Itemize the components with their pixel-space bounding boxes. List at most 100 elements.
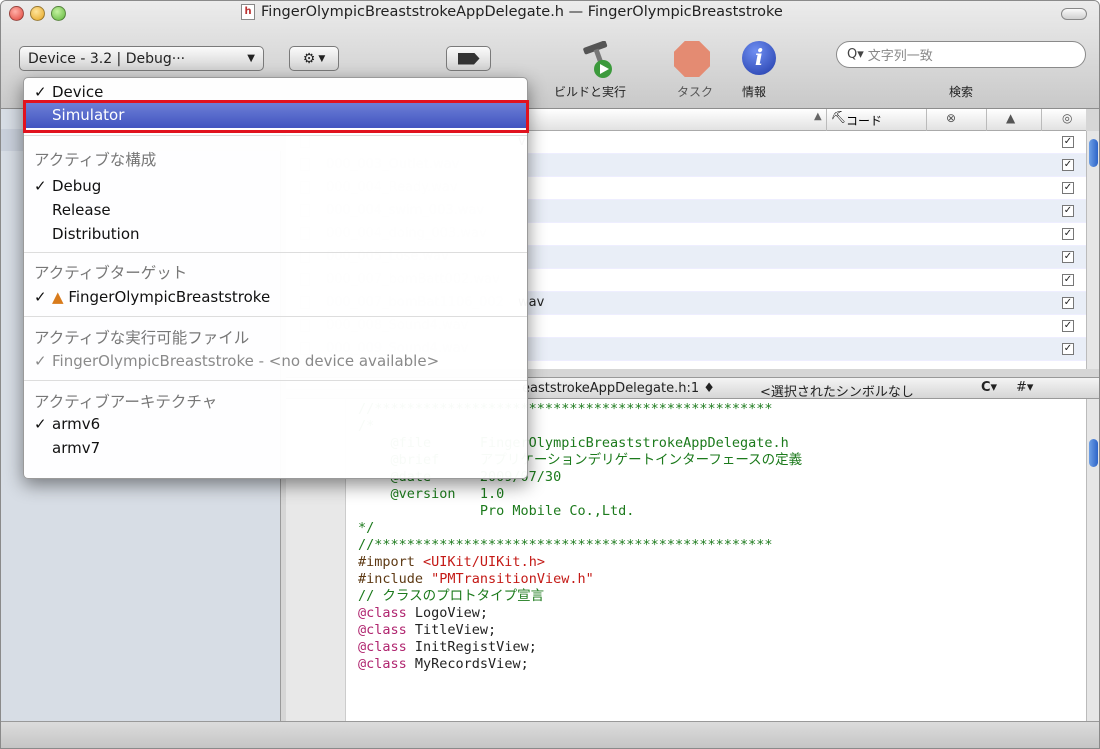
target-checkbox[interactable]: ✓ — [1062, 251, 1074, 263]
info-button[interactable]: i — [742, 41, 776, 75]
editor-scrollbar[interactable] — [1086, 399, 1099, 721]
target-checkbox[interactable]: ✓ — [1062, 343, 1074, 355]
code-line: // クラスのプロトタイプ宣言 — [358, 588, 545, 604]
status-bar — [1, 721, 1099, 748]
code-token: #import — [358, 554, 424, 570]
errors-column-icon: ⊗ — [946, 111, 957, 125]
action-button[interactable]: ⚙ ▼ — [289, 46, 339, 71]
code-line: @version 1.0 — [358, 486, 505, 502]
hammer-icon — [583, 40, 612, 78]
window-title-text: FingerOlympicBreaststrokeAppDelegate.h —… — [261, 4, 783, 20]
menu-item-arch[interactable]: armv7 — [24, 436, 527, 460]
target-checkbox[interactable]: ✓ — [1062, 159, 1074, 171]
checkmark-icon: ✓ — [34, 415, 47, 433]
code-token: @class — [358, 605, 407, 621]
menu-header-architecture: アクティブアーキテクチャ — [34, 393, 218, 411]
xcode-window: h FingerOlympicBreaststrokeAppDelegate.h… — [0, 0, 1100, 749]
menu-item-config[interactable]: Release — [24, 198, 527, 222]
code-line: @class TitleView; — [358, 622, 1086, 639]
code-line: //**************************************… — [358, 537, 773, 553]
checkmark-icon: ✓ — [34, 177, 47, 195]
breakpoint-icon — [457, 52, 480, 65]
popup-arrow-icon: ▼ — [247, 53, 255, 64]
target-icon: ▲ — [52, 288, 64, 306]
menu-item-config[interactable]: Distribution — [24, 222, 527, 246]
zoom-button[interactable] — [51, 6, 66, 21]
gear-icon: ⚙ — [302, 50, 316, 67]
info-label: 情報 — [742, 85, 767, 99]
target-checkbox[interactable]: ✓ — [1062, 297, 1074, 309]
code-line: #import <UIKit/UIKit.h> — [358, 554, 1086, 571]
code-token: @class — [358, 622, 407, 638]
code-token: InitRegistView; — [406, 639, 537, 655]
menu-separator — [24, 135, 527, 136]
checkmark-icon: ✓ — [34, 288, 47, 306]
header-file-icon: h — [241, 4, 255, 20]
menu-item-label: Release — [52, 201, 111, 219]
minimize-button[interactable] — [30, 6, 45, 21]
menu-header-target: アクティブターゲット — [34, 264, 188, 282]
symbol-popup[interactable]: <選択されたシンボルなし — [760, 381, 914, 400]
search-field[interactable]: Q▾ 文字列一致 — [836, 41, 1086, 68]
code-token: MyRecordsView; — [406, 656, 529, 672]
code-token: @class — [358, 639, 407, 655]
search-icon: Q▾ — [847, 47, 864, 62]
code-line: */ — [358, 520, 375, 536]
toolbar-toggle-button[interactable] — [1061, 8, 1087, 20]
menu-item-label: FingerOlympicBreaststroke - <no device a… — [52, 352, 440, 370]
close-button[interactable] — [9, 6, 24, 21]
breakpoints-button[interactable] — [446, 46, 491, 71]
build-and-run-button[interactable] — [577, 40, 621, 79]
menu-item-arch[interactable]: ✓ armv6 — [24, 412, 527, 436]
code-token: @class — [358, 656, 407, 672]
window-title: h FingerOlympicBreaststrokeAppDelegate.h… — [241, 4, 941, 20]
include-popup[interactable]: #▾ — [1016, 380, 1033, 395]
file-history-popup[interactable]: eaststrokeAppDelegate.h:1 ♦ — [522, 381, 715, 396]
scroll-thumb[interactable] — [1089, 139, 1098, 167]
menu-item-target[interactable]: ✓ ▲ FingerOlympicBreaststroke — [24, 285, 527, 309]
scroll-thumb[interactable] — [1089, 439, 1098, 467]
target-checkbox[interactable]: ✓ — [1062, 274, 1074, 286]
code-token: LogoView; — [406, 605, 489, 621]
scheme-popup[interactable]: Device - 3.2 | Debug··· ▼ — [19, 46, 264, 71]
code-line: #include "PMTransitionView.h" — [358, 571, 1086, 588]
tasks-stop-button[interactable] — [674, 41, 710, 77]
menu-header-config: アクティブな構成 — [34, 151, 157, 169]
code-token: "PMTransitionView.h" — [431, 571, 594, 587]
code-line: Pro Mobile Co.,Ltd. — [358, 503, 635, 519]
target-checkbox[interactable]: ✓ — [1062, 136, 1074, 148]
menu-item-executable: ✓ FingerOlympicBreaststroke - <no device … — [24, 349, 527, 373]
target-checkbox[interactable]: ✓ — [1062, 205, 1074, 217]
menu-item-label: FingerOlympicBreaststroke — [68, 288, 271, 306]
menu-item-label: Debug — [52, 177, 102, 195]
highlight-annotation-box — [23, 100, 529, 133]
file-list-scrollbar[interactable] — [1086, 131, 1099, 369]
code-column-header[interactable]: コード — [846, 112, 882, 129]
code-line: @class LogoView; — [358, 605, 1086, 622]
build-and-run-label: ビルドと実行 — [554, 85, 627, 99]
code-line: @class InitRegistView; — [358, 639, 1086, 656]
scheme-value: Device - 3.2 | Debug··· — [28, 50, 186, 67]
code-line: @class MyRecordsView; — [358, 656, 1086, 673]
menu-item-label: armv7 — [52, 439, 101, 457]
info-icon: i — [754, 45, 764, 71]
chevron-down-icon: ▼ — [318, 53, 326, 64]
checkmark-icon: ✓ — [34, 352, 47, 370]
target-checkbox[interactable]: ✓ — [1062, 228, 1074, 240]
active-configuration-menu[interactable]: ✓ Device Simulator アクティブな構成 ✓ Debug Release… — [23, 77, 528, 479]
class-popup[interactable]: C▾ — [981, 380, 997, 395]
menu-item-label: Device — [52, 83, 104, 101]
tasks-label: タスク — [677, 85, 714, 99]
code-token: <UIKit/UIKit.h> — [423, 554, 545, 570]
target-checkbox[interactable]: ✓ — [1062, 320, 1074, 332]
menu-separator — [24, 380, 527, 381]
menu-item-config[interactable]: ✓ Debug — [24, 174, 527, 198]
code-token: #include — [358, 571, 432, 587]
menu-separator — [24, 252, 527, 253]
search-placeholder: 文字列一致 — [867, 49, 933, 64]
target-checkbox[interactable]: ✓ — [1062, 182, 1074, 194]
build-column-icon: ⛏ — [831, 110, 847, 124]
menu-separator — [24, 316, 527, 317]
target-column-icon: ◎ — [1062, 111, 1073, 125]
code-token: TitleView; — [406, 622, 497, 638]
